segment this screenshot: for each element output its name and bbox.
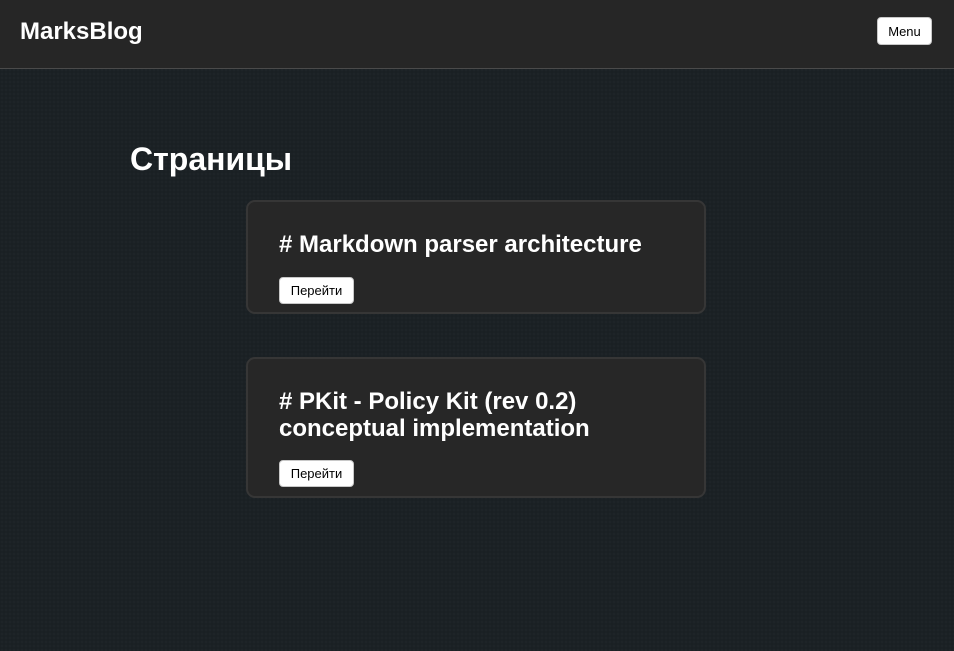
go-to-page-button[interactable]: Перейти (279, 277, 354, 304)
site-brand[interactable]: MarksBlog (20, 17, 143, 47)
page-card: # Markdown parser architecture Перейти (246, 200, 706, 314)
page-card-title: # PKit - Policy Kit (rev 0.2) conceptual… (279, 388, 590, 442)
menu-button[interactable]: Menu (877, 17, 932, 45)
page-title: Страницы (130, 141, 293, 177)
top-navbar: MarksBlog Menu (0, 0, 954, 69)
go-to-page-button[interactable]: Перейти (279, 460, 354, 487)
page-card: # PKit - Policy Kit (rev 0.2) conceptual… (246, 357, 706, 498)
page-card-title: # Markdown parser architecture (279, 231, 642, 258)
